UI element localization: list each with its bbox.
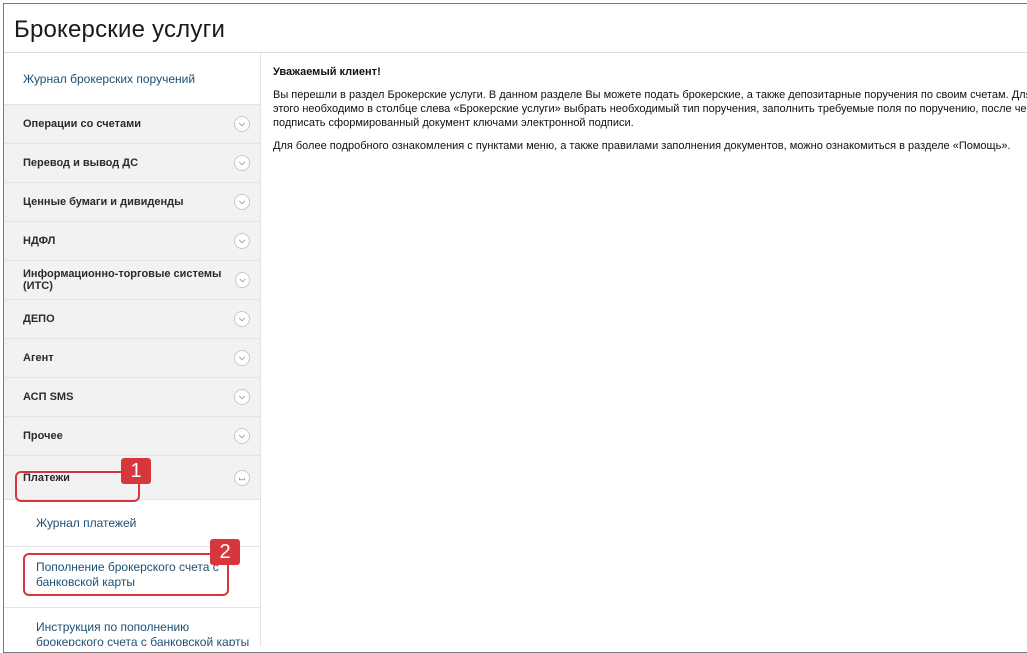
intro-paragraph-line: Вы перешли в раздел Брокерские услуги. В… (273, 89, 1027, 101)
chevron-down-icon[interactable]: ⌵ (234, 311, 250, 327)
sidebar-section-label: Операции со счетами (23, 118, 141, 130)
page-title: Брокерские услуги (14, 16, 226, 43)
sidebar-section-other[interactable]: Прочее ⌵ (4, 417, 260, 456)
chevron-down-icon[interactable]: ⌵ (234, 194, 250, 210)
sidebar-section-transfer-withdrawal[interactable]: Перевод и вывод ДС ⌵ (4, 144, 260, 183)
sidebar-section-label: Агент (23, 352, 54, 364)
sidebar-item-label-line: брокерского счета с банковской карты (36, 635, 250, 646)
sidebar-section-account-operations[interactable]: Операции со счетами ⌵ (4, 105, 260, 144)
sidebar-link-broker-orders-journal[interactable]: Журнал брокерских поручений (4, 53, 260, 105)
chevron-up-icon[interactable]: ⌴ (234, 469, 250, 486)
chevron-down-icon[interactable]: ⌵ (234, 233, 250, 249)
sidebar-item-label-line: Инструкция по пополнению (36, 620, 190, 634)
sidebar-section-securities-dividends[interactable]: Ценные бумаги и дивиденды ⌵ (4, 183, 260, 222)
sidebar-section-agent[interactable]: Агент ⌵ (4, 339, 260, 378)
annotation-badge-1: 1 (121, 458, 151, 484)
sidebar-section-ndfl[interactable]: НДФЛ ⌵ (4, 222, 260, 261)
sidebar-item-label-line: банковской карты (36, 575, 136, 589)
chevron-down-icon[interactable]: ⌵ (234, 116, 250, 132)
annotation-badge-2: 2 (210, 539, 240, 565)
sidebar-section-label: Прочее (23, 430, 63, 442)
sidebar-section-depo[interactable]: ДЕПО ⌵ (4, 300, 260, 339)
sidebar-section-label: Платежи (23, 471, 70, 484)
chevron-down-icon[interactable]: ⌵ (234, 350, 250, 366)
sidebar-section-label: НДФЛ (23, 235, 56, 247)
sidebar-section-asp-sms[interactable]: АСП SMS ⌵ (4, 378, 260, 417)
sidebar-item-topup-instruction[interactable]: Инструкция по пополнению брокерского сче… (4, 608, 260, 646)
chevron-down-icon[interactable]: ⌵ (234, 428, 250, 444)
sidebar-section-label: АСП SMS (23, 391, 74, 403)
chevron-down-icon[interactable]: ⌵ (235, 272, 250, 288)
page-header: Брокерские услуги (4, 4, 1027, 53)
sidebar-section-label: ДЕПО (23, 313, 55, 325)
chevron-down-icon[interactable]: ⌵ (234, 155, 250, 171)
sidebar-section-label: Ценные бумаги и дивиденды (23, 196, 184, 208)
sidebar-section-label: Перевод и вывод ДС (23, 157, 139, 169)
intro-paragraph-line: этого необходимо в столбце слева «Брокер… (273, 103, 1027, 115)
chevron-down-icon[interactable]: ⌵ (234, 389, 250, 405)
greeting-heading: Уважаемый клиент! (273, 66, 381, 78)
main-content: Уважаемый клиент! Вы перешли в раздел Бр… (273, 65, 1027, 162)
app-window: Брокерские услуги Журнал брокерских пору… (0, 0, 1027, 653)
sidebar-section-label: Информационно-торговые системы (ИТС) (23, 268, 222, 292)
intro-paragraph-line: подписать сформированный документ ключам… (273, 117, 634, 129)
help-paragraph: Для более подробного ознакомления с пунк… (273, 140, 1011, 152)
sidebar-section-its[interactable]: Информационно-торговые системы (ИТС) ⌵ (4, 261, 260, 300)
